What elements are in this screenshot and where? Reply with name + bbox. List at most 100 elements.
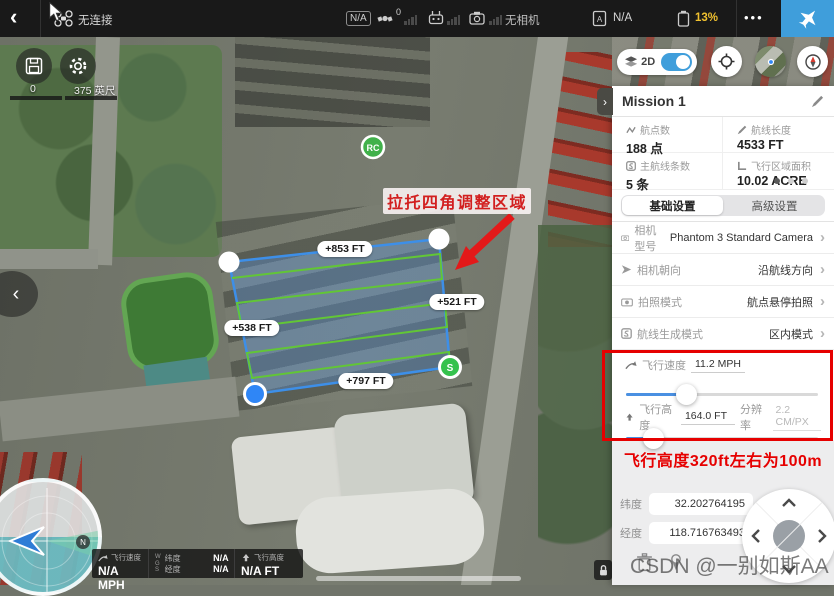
- telemetry-speed-label: 飞行速度: [111, 552, 141, 563]
- camera-status: 无相机: [505, 12, 540, 28]
- panel-page-dots[interactable]: [774, 178, 808, 184]
- map-layer-thumbnail-button[interactable]: [755, 46, 786, 77]
- gps-status-badge: N/A: [346, 11, 371, 26]
- map-road: [0, 377, 239, 442]
- setting-value: 沿航线方向: [758, 262, 813, 278]
- satellite-signal-bars: [404, 15, 417, 25]
- telemetry-speed-value: N/A MPH: [98, 564, 142, 592]
- stat-label: 飞行区域面积: [751, 158, 811, 173]
- waypoints-icon: [626, 125, 636, 135]
- satellite-icon: [377, 11, 393, 26]
- setting-value: 区内模式: [769, 326, 813, 342]
- longitude-label: 经度: [620, 525, 642, 541]
- telemetry-bar: 飞行速度 N/A MPH WGS 纬度N/A 经度N/A 飞行高度 N/A FT: [92, 549, 303, 578]
- longitude-field[interactable]: [649, 522, 753, 544]
- route-length-icon: [737, 125, 747, 135]
- setting-row-camera-heading[interactable]: 相机朝向 沿航线方向›: [612, 254, 834, 286]
- dpad-center-button[interactable]: [773, 520, 805, 552]
- telemetry-lng-value: N/A: [213, 564, 229, 575]
- telemetry-alt-label: 飞行高度: [254, 552, 284, 563]
- edge-length-label-right: +521 FT: [429, 294, 484, 310]
- edge-length-label-left: +538 FT: [224, 320, 279, 336]
- stat-label: 航线长度: [751, 122, 791, 137]
- compass-reset-button[interactable]: [797, 46, 828, 77]
- altitude-slider[interactable]: [626, 437, 818, 440]
- altitude-slider-knob[interactable]: [643, 428, 664, 449]
- setting-row-camera-model[interactable]: 相机型号 Phantom 3 Standard Camera›: [612, 222, 834, 254]
- tab-basic-settings[interactable]: 基础设置: [622, 196, 723, 215]
- map-trees: [538, 225, 612, 560]
- route-mode-icon: [621, 328, 632, 339]
- altitude-value-field[interactable]: 164.0 FT: [681, 410, 735, 425]
- map-building-white: [294, 487, 487, 576]
- rc-signal-bars: [447, 15, 460, 25]
- stat-label: 航点数: [640, 122, 670, 137]
- back-button[interactable]: ‹: [10, 4, 17, 30]
- chevron-right-icon: ›: [820, 329, 825, 339]
- tab-advanced-settings[interactable]: 高级设置: [724, 195, 825, 216]
- airplane-icon: [792, 3, 823, 34]
- edge-length-label-top: +853 FT: [317, 241, 372, 257]
- speed-label: 飞行速度: [642, 357, 686, 373]
- camera-signal-icon: [469, 11, 485, 25]
- setting-row-photo-mode[interactable]: 拍照模式 航点悬停拍照›: [612, 286, 834, 318]
- more-menu-button[interactable]: •••: [744, 10, 764, 25]
- compass-needle-icon: [805, 54, 821, 70]
- camera-icon: [621, 233, 629, 243]
- mouse-cursor: [48, 2, 64, 22]
- telemetry-lat-value: N/A: [213, 553, 229, 564]
- setting-label: 拍照模式: [638, 294, 682, 310]
- scale-start-label: 0: [30, 83, 36, 95]
- mission-panel: Mission 1 航点数 188 点 航线长度 4533 FT 主航线条数 5…: [612, 86, 834, 585]
- telemetry-lat-label: 纬度: [165, 553, 181, 564]
- mission-stats: 航点数 188 点 航线长度 4533 FT 主航线条数 5 条 飞行区域面积 …: [612, 117, 834, 190]
- save-mission-button[interactable]: [16, 48, 52, 84]
- altitude-icon: [625, 412, 634, 423]
- panel-collapse-tab[interactable]: ›: [597, 88, 613, 115]
- crosshair-icon: [718, 53, 735, 70]
- stat-label: 主航线条数: [640, 158, 690, 173]
- scale-bar: [65, 96, 117, 100]
- lock-button[interactable]: [594, 560, 612, 580]
- pencil-icon: [811, 95, 824, 108]
- save-icon: [25, 57, 43, 75]
- nudge-up-icon[interactable]: [781, 498, 797, 508]
- locate-button[interactable]: [711, 46, 742, 77]
- setting-value: Phantom 3 Standard Camera: [670, 232, 813, 244]
- setting-label: 航线生成模式: [637, 326, 703, 342]
- setting-row-route-mode[interactable]: 航线生成模式 区内模式 ›: [612, 318, 834, 350]
- wgs-label: WGS: [155, 554, 161, 574]
- tutorial-annotation: 拉托四角调整区域: [383, 188, 531, 214]
- map-mode-toggle[interactable]: 2D: [617, 49, 697, 75]
- nudge-left-icon[interactable]: [751, 528, 761, 544]
- scale-bar: [10, 96, 62, 100]
- stat-value: 5 条: [626, 174, 722, 193]
- edge-length-label-bottom: +797 FT: [338, 373, 393, 389]
- map-mode-label: 2D: [641, 56, 655, 68]
- mission-title: Mission 1: [622, 93, 686, 109]
- 2d-toggle-switch[interactable]: [661, 53, 692, 71]
- flight-sliders: 飞行速度 11.2 MPH 飞行高度 164.0 FT 分辨率 2.2 CM/P…: [612, 350, 834, 440]
- latitude-label: 纬度: [620, 496, 642, 512]
- takeoff-button[interactable]: [781, 0, 834, 37]
- speed-slider[interactable]: [626, 393, 818, 396]
- photo-mode-icon: [621, 297, 633, 307]
- heading-icon: [621, 264, 632, 275]
- svg-text:A: A: [597, 15, 603, 24]
- flight-mode-icon: A: [592, 10, 607, 27]
- setting-value: 航点悬停拍照: [747, 294, 813, 310]
- speed-value-field[interactable]: 11.2 MPH: [691, 358, 745, 373]
- speed-icon: [625, 360, 637, 370]
- nudge-right-icon[interactable]: [817, 528, 827, 544]
- latitude-field[interactable]: [649, 493, 753, 515]
- stat-value: 4533 FT: [737, 138, 834, 152]
- home-indicator: [316, 576, 521, 581]
- mission-settings-button[interactable]: [60, 48, 96, 84]
- main-lines-icon: [626, 161, 636, 171]
- battery-icon: [676, 10, 690, 27]
- camera-signal-bars: [489, 15, 502, 25]
- lock-icon: [598, 564, 609, 577]
- chevron-left-icon: ‹: [13, 283, 20, 306]
- flight-mode-value: N/A: [613, 12, 632, 24]
- edit-mission-button[interactable]: [811, 95, 824, 108]
